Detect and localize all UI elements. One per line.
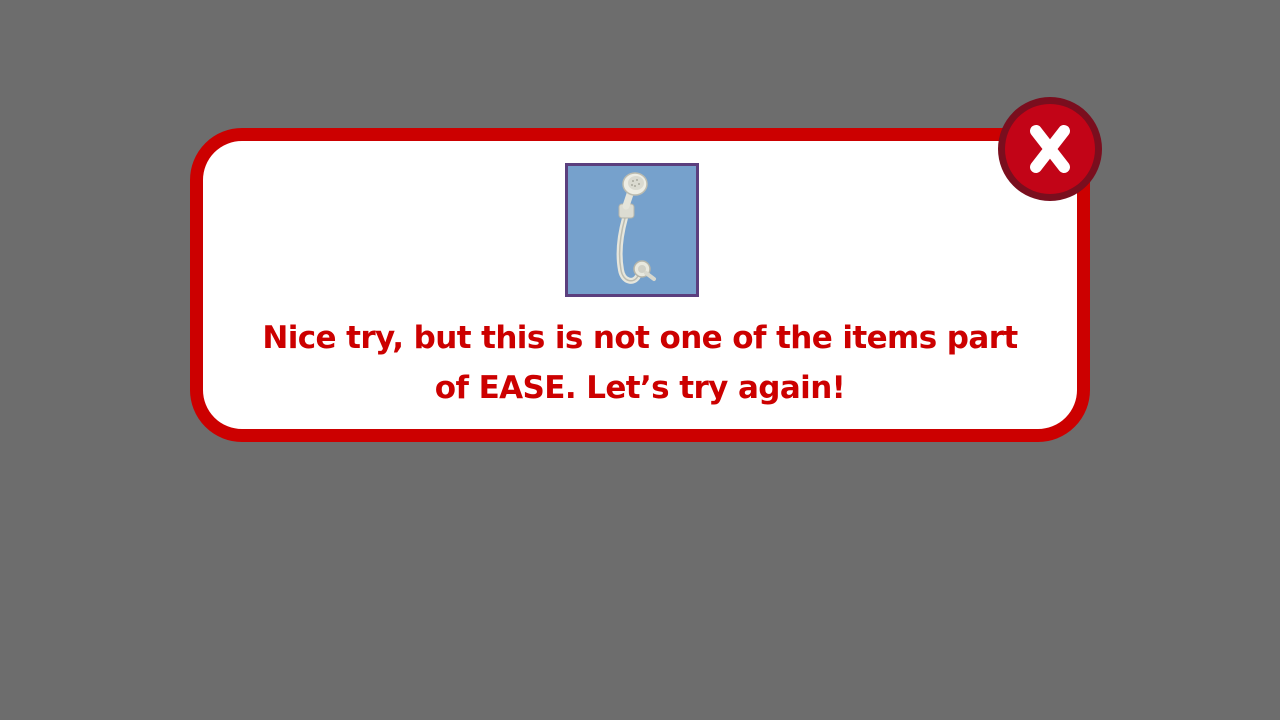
- close-button[interactable]: [998, 97, 1102, 201]
- close-x-icon: [1030, 125, 1070, 173]
- feedback-dialog: Nice try, but this is not one of the ite…: [190, 128, 1090, 442]
- item-image: [565, 163, 699, 297]
- handheld-shower-icon: [616, 172, 656, 284]
- feedback-message: Nice try, but this is not one of the ite…: [243, 313, 1037, 413]
- feedback-message-line-1: Nice try, but this is not one of the ite…: [262, 320, 1018, 356]
- modal-overlay: Nice try, but this is not one of the ite…: [0, 0, 1280, 720]
- feedback-message-line-2: of EASE. Let’s try again!: [434, 370, 846, 406]
